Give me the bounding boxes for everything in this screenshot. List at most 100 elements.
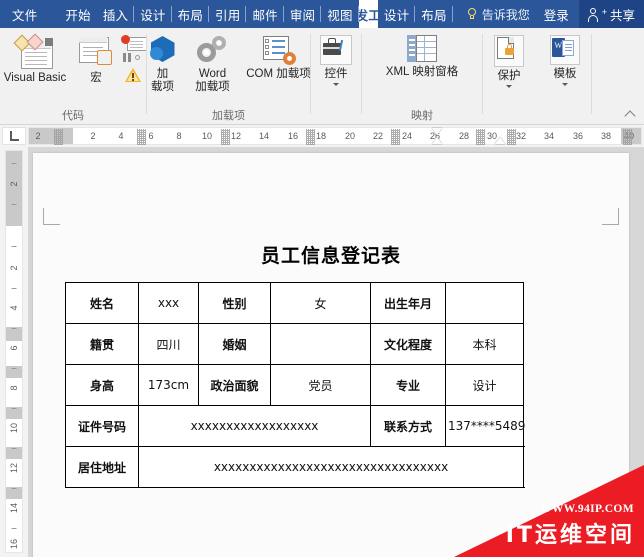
com-addins-icon (262, 35, 296, 65)
ribbon-group-mapping-label: 映射 (411, 110, 433, 122)
tell-me-box[interactable]: 告诉我您 (461, 0, 536, 28)
tab-mailings[interactable]: 邮件 (246, 0, 285, 28)
vertical-ruler-track[interactable]: 2 2 4 6 8 10 12 14 16 (5, 150, 23, 553)
macro-button[interactable]: 宏 (71, 33, 121, 85)
tab-table-layout[interactable]: 布局 (415, 0, 454, 28)
get-addins-label-1: 加 (156, 68, 169, 80)
tab-stop-marker-7[interactable] (507, 129, 516, 145)
plus-glyph: + (601, 7, 607, 17)
chevron-down-icon[interactable] (333, 82, 339, 86)
cell-major-label[interactable]: 专业 (370, 364, 446, 406)
cell-idnumber-label[interactable]: 证件号码 (65, 405, 139, 447)
tab-table-design[interactable]: 设计 (378, 0, 416, 28)
cell-height-label[interactable]: 身高 (65, 364, 139, 406)
group-divider-5 (591, 34, 592, 114)
tab-stop-selector[interactable] (2, 127, 26, 145)
visual-basic-button[interactable]: Visual Basic (0, 33, 71, 85)
hanging-indent-marker[interactable] (432, 137, 442, 144)
horizontal-ruler-track[interactable]: 2 2 4 6 8 10 12 14 16 18 20 22 24 26 28 … (28, 127, 642, 145)
tab-layout[interactable]: 布局 (172, 0, 210, 28)
get-addins-label-2: 载项 (151, 80, 174, 93)
sign-in-button[interactable]: 登录 (536, 0, 577, 28)
tab-design[interactable]: 设计 (134, 0, 173, 28)
cell-political-label[interactable]: 政治面貌 (198, 364, 271, 406)
tab-table-layout-label: 布局 (421, 8, 447, 23)
cell-origin-value[interactable]: 四川 (138, 323, 199, 365)
template-button[interactable]: W 模板 (537, 33, 593, 86)
macro-label: 宏 (90, 72, 102, 84)
table-row[interactable]: 身高 173cm 政治面貌 党员 专业 设计 (65, 364, 524, 406)
com-addins-button[interactable]: COM 加载项 (240, 33, 318, 81)
cell-name-label[interactable]: 姓名 (65, 282, 139, 324)
table-row[interactable]: 证件号码 xxxxxxxxxxxxxxxxxx 联系方式 137****5489 (65, 405, 525, 447)
employee-info-table[interactable]: 姓名 xxx 性别 女 出生年月 籍贯 四川 婚姻 文化程度 本科 身高 173… (65, 282, 525, 488)
cell-education-value[interactable]: 本科 (445, 323, 524, 365)
ribbon-group-code: Visual Basic 宏 代码 (0, 28, 147, 124)
tab-references[interactable]: 引用 (209, 0, 247, 28)
cell-address-value[interactable]: xxxxxxxxxxxxxxxxxxxxxxxxxxxxxxxxx (138, 446, 524, 488)
vruler-num-0: 2 (9, 181, 19, 187)
share-button[interactable]: + 共享 (578, 0, 644, 28)
cell-education-label[interactable]: 文化程度 (370, 323, 446, 365)
collapse-ribbon-icon[interactable] (624, 107, 638, 121)
document-area[interactable]: 员工信息登记表 姓名 xxx 性别 女 出生年月 籍贯 四川 婚姻 文化程度 本… (28, 147, 644, 557)
cell-address-label[interactable]: 居住地址 (65, 446, 139, 488)
vertical-ruler[interactable]: 2 2 4 6 8 10 12 14 16 (0, 147, 28, 557)
tab-stop-marker-2[interactable] (137, 129, 146, 145)
cell-contact-label[interactable]: 联系方式 (370, 405, 446, 447)
cell-name-value[interactable]: xxx (138, 282, 199, 324)
right-indent-marker[interactable] (495, 137, 505, 144)
macro-icon (77, 35, 115, 69)
share-label: 共享 (609, 8, 635, 23)
get-addins-button[interactable]: 加 载项 (140, 33, 186, 94)
chevron-down-icon-protect[interactable] (506, 84, 512, 88)
cell-idnumber-value[interactable]: xxxxxxxxxxxxxxxxxx (138, 405, 371, 447)
document-page[interactable]: 员工信息登记表 姓名 xxx 性别 女 出生年月 籍贯 四川 婚姻 文化程度 本… (33, 153, 629, 557)
tab-stop-marker-6[interactable] (476, 129, 485, 145)
tab-home[interactable]: 开始 (59, 0, 96, 28)
tab-review-label: 审阅 (289, 8, 316, 23)
first-line-indent-marker[interactable] (432, 128, 442, 135)
addins-store-icon (148, 35, 178, 65)
tab-table-design-label: 设计 (383, 8, 410, 23)
person-add-icon (587, 7, 601, 22)
table-row[interactable]: 居住地址 xxxxxxxxxxxxxxxxxxxxxxxxxxxxxxxxx (65, 446, 524, 488)
cell-political-value[interactable]: 党员 (270, 364, 371, 406)
cell-major-value[interactable]: 设计 (445, 364, 524, 406)
chevron-down-icon-template[interactable] (562, 82, 568, 86)
ribbon-group-controls: 控件 (311, 28, 361, 124)
cell-birth-label[interactable]: 出生年月 (370, 282, 446, 324)
word-addins-button[interactable]: Word 加载项 (186, 33, 240, 94)
hruler-num-4: 8 (176, 131, 182, 141)
cell-marriage-value[interactable] (270, 323, 371, 365)
cell-gender-label[interactable]: 性别 (198, 282, 271, 324)
tab-stop-marker-1[interactable] (54, 129, 63, 145)
tab-insert[interactable]: 插入 (97, 0, 135, 28)
tab-review[interactable]: 审阅 (284, 0, 322, 28)
tab-view[interactable]: 视图 (321, 0, 360, 28)
cell-gender-value[interactable]: 女 (270, 282, 371, 324)
com-addins-label: COM 加载项 (246, 68, 311, 80)
tab-stop-marker-5[interactable] (391, 129, 400, 145)
word-addins-label-2: 加载项 (195, 80, 230, 93)
hruler-num-19: 38 (600, 131, 612, 141)
cell-origin-label[interactable]: 籍贯 (65, 323, 139, 365)
tab-file[interactable]: 文件 (0, 0, 47, 28)
margin-corner-top-left (43, 208, 60, 225)
cell-height-value[interactable]: 173cm (138, 364, 199, 406)
tab-stop-marker-4[interactable] (306, 129, 315, 145)
horizontal-ruler[interactable]: 2 2 4 6 8 10 12 14 16 18 20 22 24 26 28 … (0, 125, 644, 148)
tab-stop-marker-8[interactable] (623, 129, 632, 145)
table-row[interactable]: 姓名 xxx 性别 女 出生年月 (65, 282, 524, 324)
tab-stop-marker-3[interactable] (221, 129, 230, 145)
cell-marriage-label[interactable]: 婚姻 (198, 323, 271, 365)
xml-mapping-pane-button[interactable]: XML 映射窗格 (363, 33, 481, 79)
tab-layout-label: 布局 (177, 8, 204, 23)
protect-document-button[interactable]: 保护 (481, 33, 537, 88)
controls-button[interactable]: 控件 (310, 33, 362, 86)
table-row[interactable]: 籍贯 四川 婚姻 文化程度 本科 (65, 323, 524, 365)
hruler-num-2: 4 (118, 131, 124, 141)
tab-developer[interactable]: 开发工具 (358, 0, 378, 28)
cell-contact-value[interactable]: 137****5489 (445, 405, 525, 447)
cell-birth-value[interactable] (445, 282, 524, 324)
